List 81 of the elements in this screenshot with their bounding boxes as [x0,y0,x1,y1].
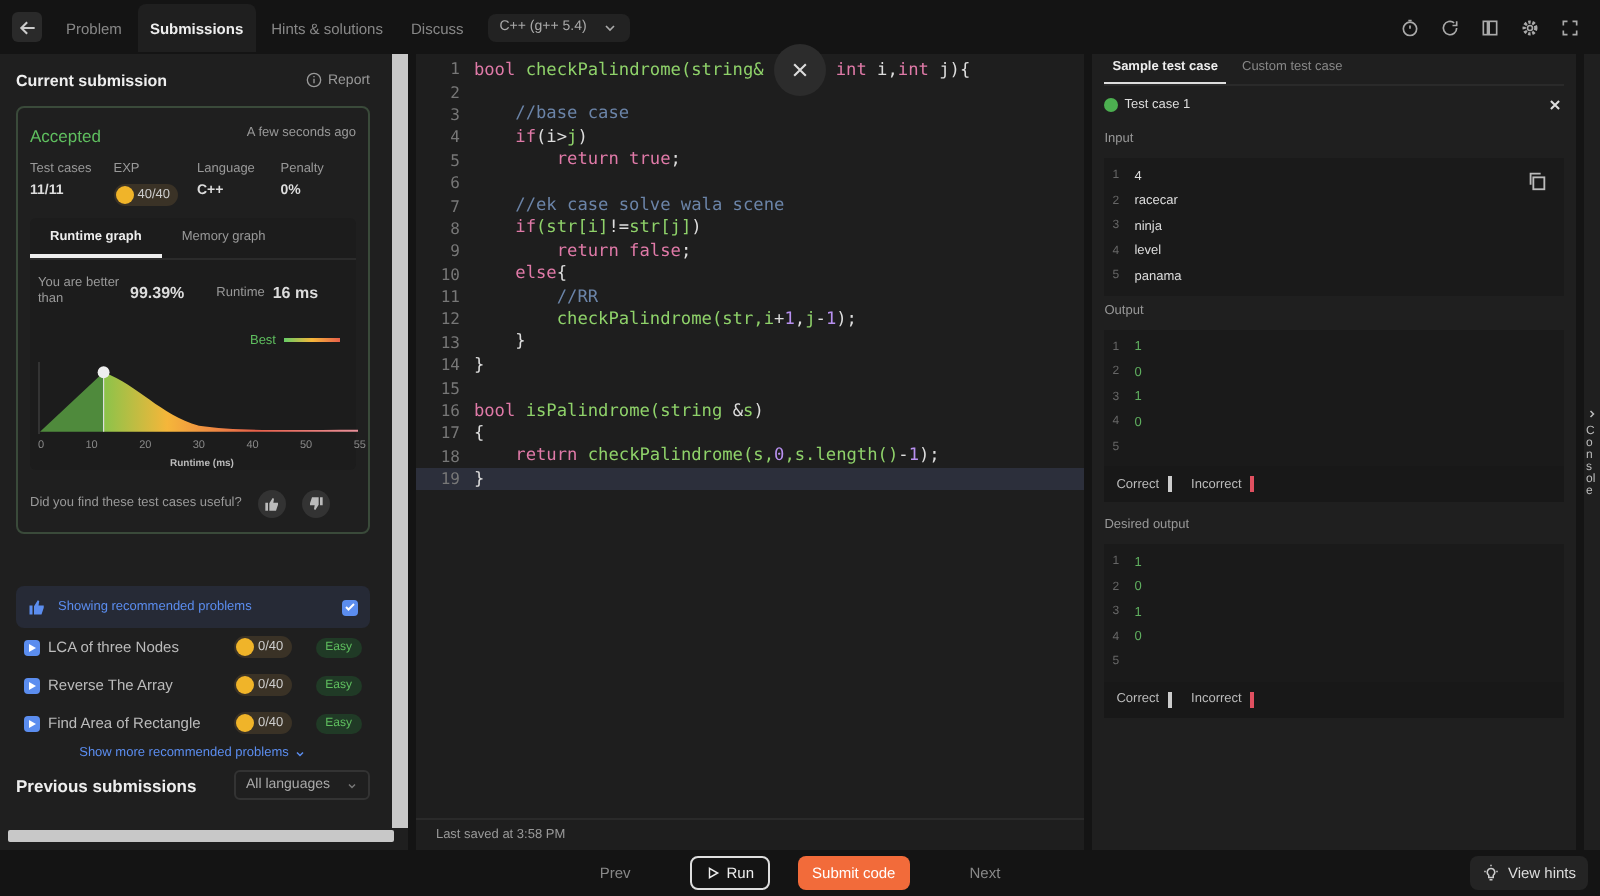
copy-button[interactable] [1526,170,1549,196]
refresh-icon [1440,17,1460,37]
legend-gradient [284,338,340,343]
chevron-down-icon [294,747,307,759]
code-line: if(i>j) [513,127,588,148]
thumbs-up-button[interactable] [257,489,286,518]
close-button[interactable] [773,43,826,96]
coin-icon [115,186,134,204]
line-number: 13 [438,333,460,352]
thumbs-down-icon [307,495,324,512]
thumbs-down-button[interactable] [301,489,330,518]
code-line: //RR [554,287,599,308]
code-line: //ek case solve wala scene [513,196,785,217]
code-line: return false; [556,241,692,262]
close-icon [789,59,810,80]
close-icon [1547,98,1562,112]
line-number: 6 [448,174,460,193]
correct-marker [1167,691,1172,707]
line-number: 7 [448,197,460,216]
code-line: else{ [513,264,568,285]
check-circle-icon [1104,98,1119,112]
line-number: 19 [438,470,460,489]
close-button[interactable] [1544,95,1565,115]
better-value: 99.39% [130,283,185,302]
incorrect-marker [1249,476,1254,492]
layout-icon [1480,17,1500,37]
scrollbar[interactable] [391,54,408,828]
code-line: return checkPalindrome(s,0,s.length()-1); [513,446,940,467]
section-title: Previous submissions [16,775,197,795]
coin-icon [236,676,254,694]
copy-icon [1526,170,1549,192]
submission-status: Accepted [30,126,101,146]
coin-icon [236,638,254,656]
line-number: 14 [438,356,460,375]
line-number: 5 [448,151,460,170]
lightbulb-icon [1481,864,1500,882]
line-number: 16 [438,402,460,421]
coin-icon [236,714,254,732]
incorrect-marker [1249,691,1254,707]
line-number: 11 [438,288,460,307]
chevron-right-icon [1586,407,1599,419]
info-icon [305,72,322,88]
line-number: 8 [448,219,460,238]
settings-icon [1520,17,1540,37]
line-number: 2 [448,83,460,102]
recommended-checkbox[interactable] [342,599,358,615]
correct-marker [1167,476,1172,492]
code-line: } [513,332,526,353]
scrollbar[interactable] [8,830,394,842]
line-number: 9 [448,242,460,261]
code-line: { [473,423,485,444]
line-number: 12 [438,310,460,329]
video-icon [24,715,40,731]
section-title: Current submission [16,71,168,89]
thumbs-up-icon [28,598,46,616]
code-line: } [473,355,485,376]
timer-icon [1400,17,1420,37]
thumbs-up-icon [263,495,280,512]
code-line: checkPalindrome(str,i+1,j-1); [554,309,857,330]
chevron-down-icon [602,19,619,35]
play-icon [706,866,721,880]
line-number: 3 [448,105,460,124]
line-number: 4 [448,128,460,147]
code-line: //base case [513,104,630,125]
video-icon [24,677,40,693]
video-icon [24,639,40,655]
line-number: 15 [438,379,460,398]
code-line: bool isPalindrome(string &s) [473,401,764,422]
arrow-left-icon [17,17,37,37]
code-line: return true; [554,150,681,171]
chevron-down-icon [346,779,358,791]
runtime-value: 16 ms [272,283,319,302]
line-number: 17 [438,424,460,443]
code-line: bool checkPalindrome(string& int i,int j){ [473,59,971,80]
code-line: if(str[i]!=str[j]) [513,218,702,239]
line-number: 1 [448,60,460,79]
code-line: } [473,469,485,490]
back-button[interactable] [12,12,42,42]
line-number: 10 [438,265,460,284]
line-number: 18 [438,447,460,466]
fullscreen-icon [1560,17,1580,37]
